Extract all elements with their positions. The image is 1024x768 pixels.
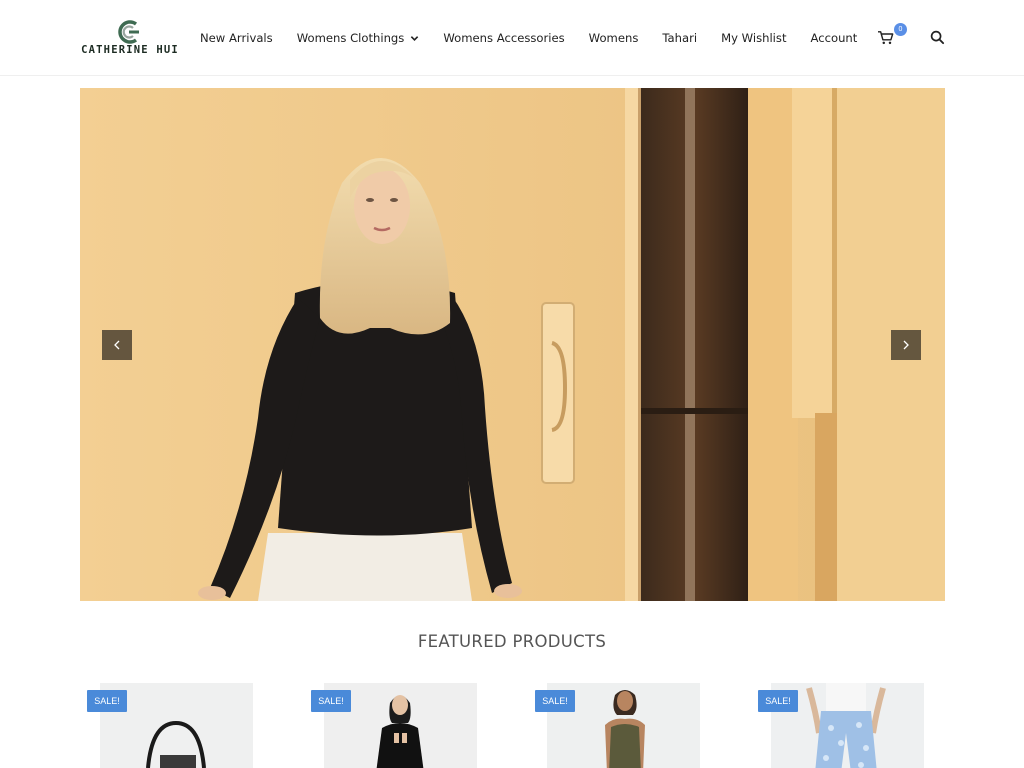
brand-name: CATHERINE HUI: [81, 44, 179, 56]
sale-badge: SALE!: [535, 690, 575, 712]
hero-slider: [80, 88, 945, 601]
cart-count-badge: 0: [894, 23, 907, 36]
hero-slide-image: [80, 88, 945, 601]
nav-item-tahari[interactable]: Tahari: [662, 31, 697, 45]
main-nav: New Arrivals Womens Clothings Womens Acc…: [200, 0, 857, 76]
brand-logo[interactable]: CATHERINE HUI: [80, 16, 180, 60]
nav-item-womens[interactable]: Womens: [589, 31, 639, 45]
slider-next-button[interactable]: [891, 330, 921, 360]
sale-badge: SALE!: [311, 690, 351, 712]
nav-item-womens-clothings[interactable]: Womens Clothings: [297, 31, 420, 45]
search-button[interactable]: [930, 30, 946, 46]
nav-item-account[interactable]: Account: [811, 31, 858, 45]
slider-prev-button[interactable]: [102, 330, 132, 360]
sale-badge: SALE!: [758, 690, 798, 712]
search-icon: [930, 30, 945, 45]
nav-item-label: Tahari: [662, 31, 698, 45]
nav-item-label: My Wishlist: [721, 31, 787, 45]
chevron-left-icon: [114, 340, 120, 350]
site-header: CATHERINE HUI New Arrivals Womens Clothi…: [0, 0, 1024, 76]
nav-item-label: Womens Clothings: [296, 31, 405, 45]
nav-item-label: Account: [810, 31, 858, 45]
cart-button[interactable]: 0: [877, 23, 907, 48]
cart-icon: [878, 31, 894, 45]
section-title: FEATURED PRODUCTS: [417, 632, 607, 651]
nav-item-new-arrivals[interactable]: New Arrivals: [200, 31, 273, 45]
nav-item-label: New Arrivals: [200, 31, 273, 45]
sale-badge: SALE!: [87, 690, 127, 712]
nav-item-label: Womens Accessories: [443, 31, 565, 45]
chevron-down-icon: [411, 35, 419, 41]
nav-item-my-wishlist[interactable]: My Wishlist: [721, 31, 786, 45]
logo-mark-icon: [118, 20, 139, 44]
nav-item-womens-accessories[interactable]: Womens Accessories: [443, 31, 564, 45]
nav-item-label: Womens: [588, 31, 639, 45]
chevron-right-icon: [903, 340, 909, 350]
